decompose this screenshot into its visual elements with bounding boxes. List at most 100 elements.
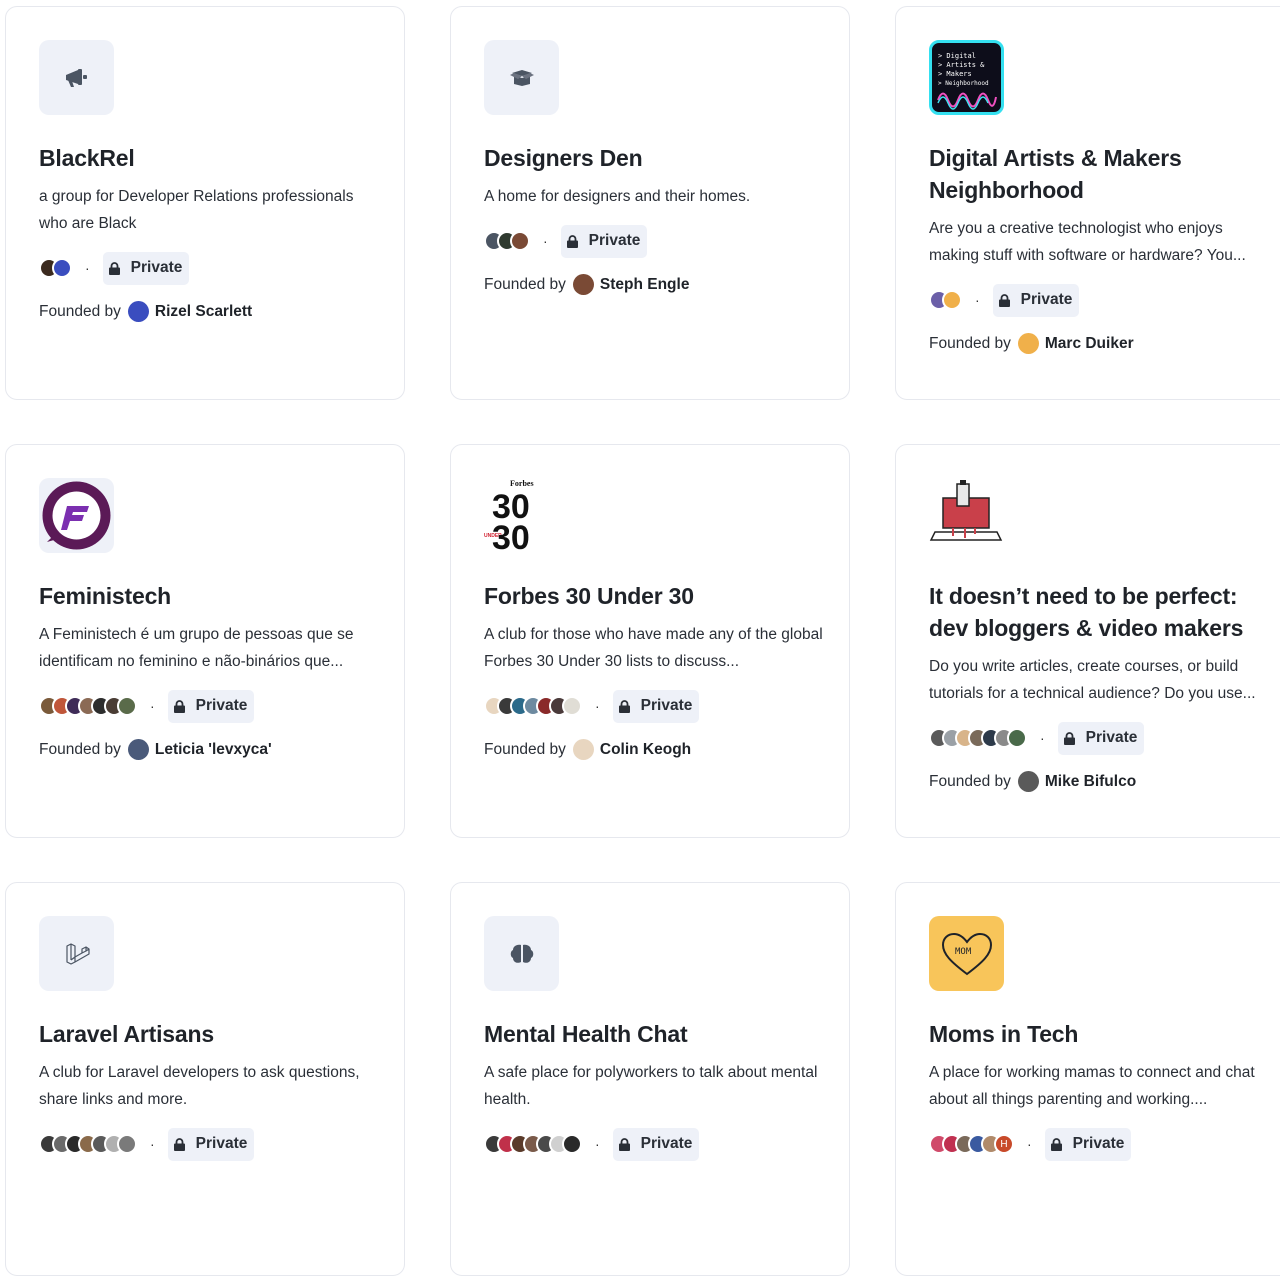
club-meta: · Private xyxy=(484,689,829,723)
separator: · xyxy=(150,1136,155,1152)
club-title[interactable]: It doesn’t need to be perfect: dev blogg… xyxy=(929,580,1269,644)
private-badge: Private xyxy=(167,689,255,723)
avatar xyxy=(562,1134,582,1154)
founder-name[interactable]: Steph Engle xyxy=(600,276,690,294)
private-label: Private xyxy=(588,232,641,249)
club-card-blackrel[interactable]: BlackRel a group for Developer Relations… xyxy=(5,6,405,400)
logo-text-line: > Digital xyxy=(938,52,976,60)
founded-by-label: Founded by xyxy=(929,334,1011,352)
logo-text-line: > Makers xyxy=(938,70,972,78)
club-title[interactable]: Laravel Artisans xyxy=(39,1018,379,1050)
laptop-paint-icon xyxy=(929,480,1003,541)
founder-avatar xyxy=(1017,771,1039,792)
private-badge: Private xyxy=(167,1127,255,1161)
club-meta: · Private xyxy=(39,689,384,723)
club-logo: MOM xyxy=(929,916,1004,991)
lock-icon xyxy=(173,1137,185,1151)
club-title[interactable]: Digital Artists & Makers Neighborhood xyxy=(929,142,1269,206)
separator: · xyxy=(975,292,980,308)
club-logo xyxy=(484,40,559,115)
private-badge: Private xyxy=(1057,721,1145,755)
club-description: a group for Developer Relations professi… xyxy=(39,188,354,232)
avatar xyxy=(117,1134,137,1154)
club-card-moms-in-tech[interactable]: MOM Moms in Tech A place for working mam… xyxy=(895,882,1280,1276)
club-card-laravel[interactable]: Laravel Artisans A club for Laravel deve… xyxy=(5,882,405,1276)
club-meta: · Private xyxy=(39,251,384,285)
club-card-mental-health[interactable]: Mental Health Chat A safe place for poly… xyxy=(450,882,850,1276)
dam-logo-icon: > Digital > Artists & > Makers > Neighbo… xyxy=(936,52,997,110)
founder-name[interactable]: Rizel Scarlett xyxy=(155,303,252,321)
founder-line: Founded by Mike Bifulco xyxy=(929,771,1274,792)
founder-avatar xyxy=(127,301,149,322)
separator: · xyxy=(1027,1136,1032,1152)
member-avatars xyxy=(39,1134,137,1154)
lock-icon xyxy=(566,234,578,248)
founder-avatar xyxy=(572,739,594,760)
logo-text-line: 30 xyxy=(492,519,530,553)
logo-text-line: Forbes xyxy=(510,479,534,488)
club-card-dev-bloggers[interactable]: It doesn’t need to be perfect: dev blogg… xyxy=(895,444,1280,838)
club-title[interactable]: Designers Den xyxy=(484,142,824,174)
box-icon xyxy=(509,69,534,86)
member-avatars xyxy=(39,258,72,278)
avatar xyxy=(942,290,962,310)
lock-icon xyxy=(108,261,120,275)
club-title[interactable]: Feministech xyxy=(39,580,379,612)
club-meta: H · Private xyxy=(929,1127,1274,1161)
private-badge: Private xyxy=(992,283,1080,317)
separator: · xyxy=(595,1136,600,1152)
avatar-initial: H xyxy=(994,1134,1014,1154)
club-meta: · Private xyxy=(484,224,829,258)
member-avatars xyxy=(484,696,582,716)
heart-mom-icon: MOM xyxy=(941,932,992,975)
founded-by-label: Founded by xyxy=(484,740,566,758)
private-label: Private xyxy=(130,259,183,276)
club-logo xyxy=(929,478,1004,553)
private-label: Private xyxy=(1085,729,1138,746)
logo-text-line: > Artists & xyxy=(938,61,985,69)
private-badge: Private xyxy=(560,224,648,258)
member-avatars xyxy=(484,1134,582,1154)
lock-icon xyxy=(173,699,185,713)
member-avatars xyxy=(929,290,962,310)
separator: · xyxy=(543,233,548,249)
club-description: A club for those who have made any of th… xyxy=(484,626,823,670)
club-meta: · Private xyxy=(39,1127,384,1161)
founder-avatar xyxy=(1017,333,1039,354)
member-avatars xyxy=(929,728,1027,748)
lock-icon xyxy=(618,699,630,713)
private-label: Private xyxy=(640,1135,693,1152)
club-card-forbes[interactable]: Forbes 30 UNDER 30 Forbes 30 Under 30 A … xyxy=(450,444,850,838)
club-title[interactable]: BlackRel xyxy=(39,142,379,174)
member-avatars xyxy=(39,696,137,716)
feministech-logo-icon xyxy=(42,481,111,550)
club-logo xyxy=(484,916,559,991)
founder-name[interactable]: Marc Duiker xyxy=(1045,335,1134,353)
club-card-feministech[interactable]: Feministech A Feministech é um grupo de … xyxy=(5,444,405,838)
member-avatars xyxy=(484,231,530,251)
founded-by-label: Founded by xyxy=(929,772,1011,790)
club-meta: · Private xyxy=(929,721,1274,755)
founder-line: Founded by Steph Engle xyxy=(484,274,829,295)
club-title[interactable]: Forbes 30 Under 30 xyxy=(484,580,824,612)
club-logo xyxy=(39,478,114,553)
club-card-digital-artists[interactable]: > Digital > Artists & > Makers > Neighbo… xyxy=(895,6,1280,400)
founder-name[interactable]: Colin Keogh xyxy=(600,741,691,759)
founder-name[interactable]: Leticia 'levxyca' xyxy=(155,741,272,759)
club-meta: · Private xyxy=(484,1127,829,1161)
separator: · xyxy=(150,698,155,714)
club-description: A place for working mamas to connect and… xyxy=(929,1064,1255,1108)
club-description: A home for designers and their homes. xyxy=(484,188,751,205)
avatar xyxy=(117,696,137,716)
founder-avatar xyxy=(572,274,594,295)
founder-line: Founded by Colin Keogh xyxy=(484,739,829,760)
club-description: Are you a creative technologist who enjo… xyxy=(929,220,1246,264)
founded-by-label: Founded by xyxy=(39,740,121,758)
founder-line: Founded by Rizel Scarlett xyxy=(39,301,384,322)
founder-name[interactable]: Mike Bifulco xyxy=(1045,773,1136,791)
lock-icon xyxy=(618,1137,630,1151)
club-title[interactable]: Mental Health Chat xyxy=(484,1018,824,1050)
club-card-designers-den[interactable]: Designers Den A home for designers and t… xyxy=(450,6,850,400)
club-title[interactable]: Moms in Tech xyxy=(929,1018,1269,1050)
club-description: A safe place for polyworkers to talk abo… xyxy=(484,1064,818,1108)
